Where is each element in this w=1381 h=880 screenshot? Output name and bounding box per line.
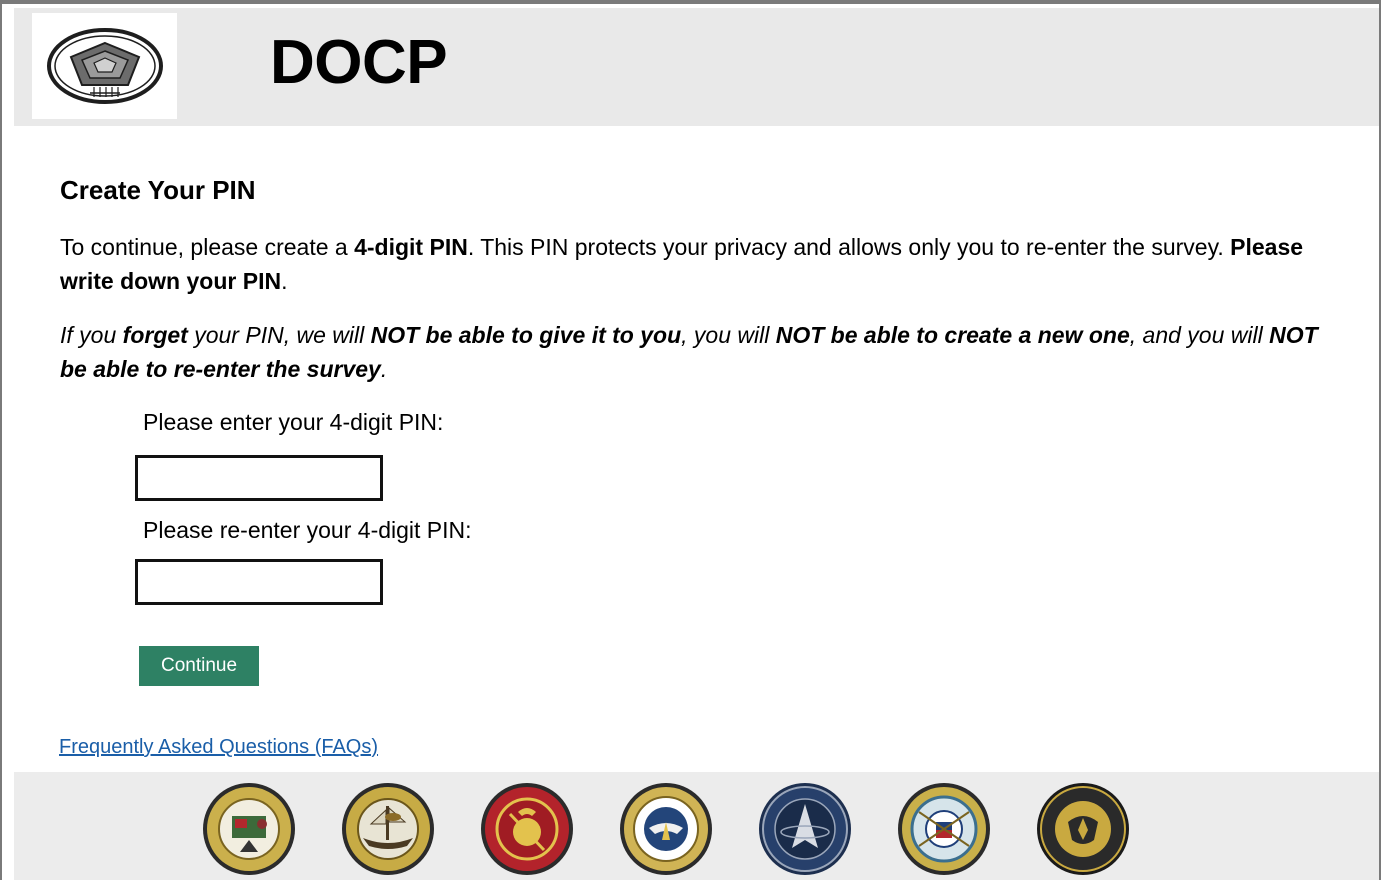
header: DOCP [14, 8, 1379, 126]
warning-paragraph: If you forget your PIN, we will NOT be a… [60, 318, 1330, 386]
warning-text-4: , and you will [1129, 322, 1270, 348]
pin-confirm-label: Please re-enter your 4-digit PIN: [143, 517, 472, 543]
footer [14, 772, 1379, 880]
navy-seal-icon [342, 783, 434, 875]
intro-paragraph: To continue, please create a 4-digit PIN… [60, 230, 1330, 298]
warning-text-1: If you [60, 322, 123, 348]
warning-text-2: your PIN, we will [187, 322, 371, 348]
marine-corps-seal-icon [481, 783, 573, 875]
page-frame: DOCP Create Your PIN To continue, please… [0, 0, 1381, 880]
army-seal-icon [203, 783, 295, 875]
pentagon-logo-icon [47, 28, 163, 104]
pin-input[interactable] [135, 455, 383, 501]
pin-confirm-input[interactable] [135, 559, 383, 605]
air-force-seal-icon [620, 783, 712, 875]
continue-button[interactable]: Continue [139, 646, 259, 686]
national-guard-seal-icon [1037, 783, 1129, 875]
warning-bold-forget: forget [122, 322, 188, 348]
warning-text-3: , you will [681, 322, 776, 348]
intro-text-3: . [281, 268, 288, 294]
intro-bold-pin: 4-digit PIN [354, 234, 468, 260]
app-title: DOCP [270, 28, 448, 97]
space-force-seal-icon [759, 783, 851, 875]
intro-text-2: . This PIN protects your privacy and all… [467, 234, 1231, 260]
warning-bold-create: NOT be able to create a new one [775, 322, 1130, 348]
pin-label: Please enter your 4-digit PIN: [143, 409, 444, 435]
faq-link[interactable]: Frequently Asked Questions (FAQs) [59, 736, 378, 759]
warning-text-5: . [380, 356, 388, 382]
intro-text-1: To continue, please create a [60, 234, 355, 260]
logo-box [32, 13, 177, 119]
page-title: Create Your PIN [60, 175, 256, 205]
coast-guard-seal-icon [898, 783, 990, 875]
warning-bold-give: NOT be able to give it to you [370, 322, 682, 348]
